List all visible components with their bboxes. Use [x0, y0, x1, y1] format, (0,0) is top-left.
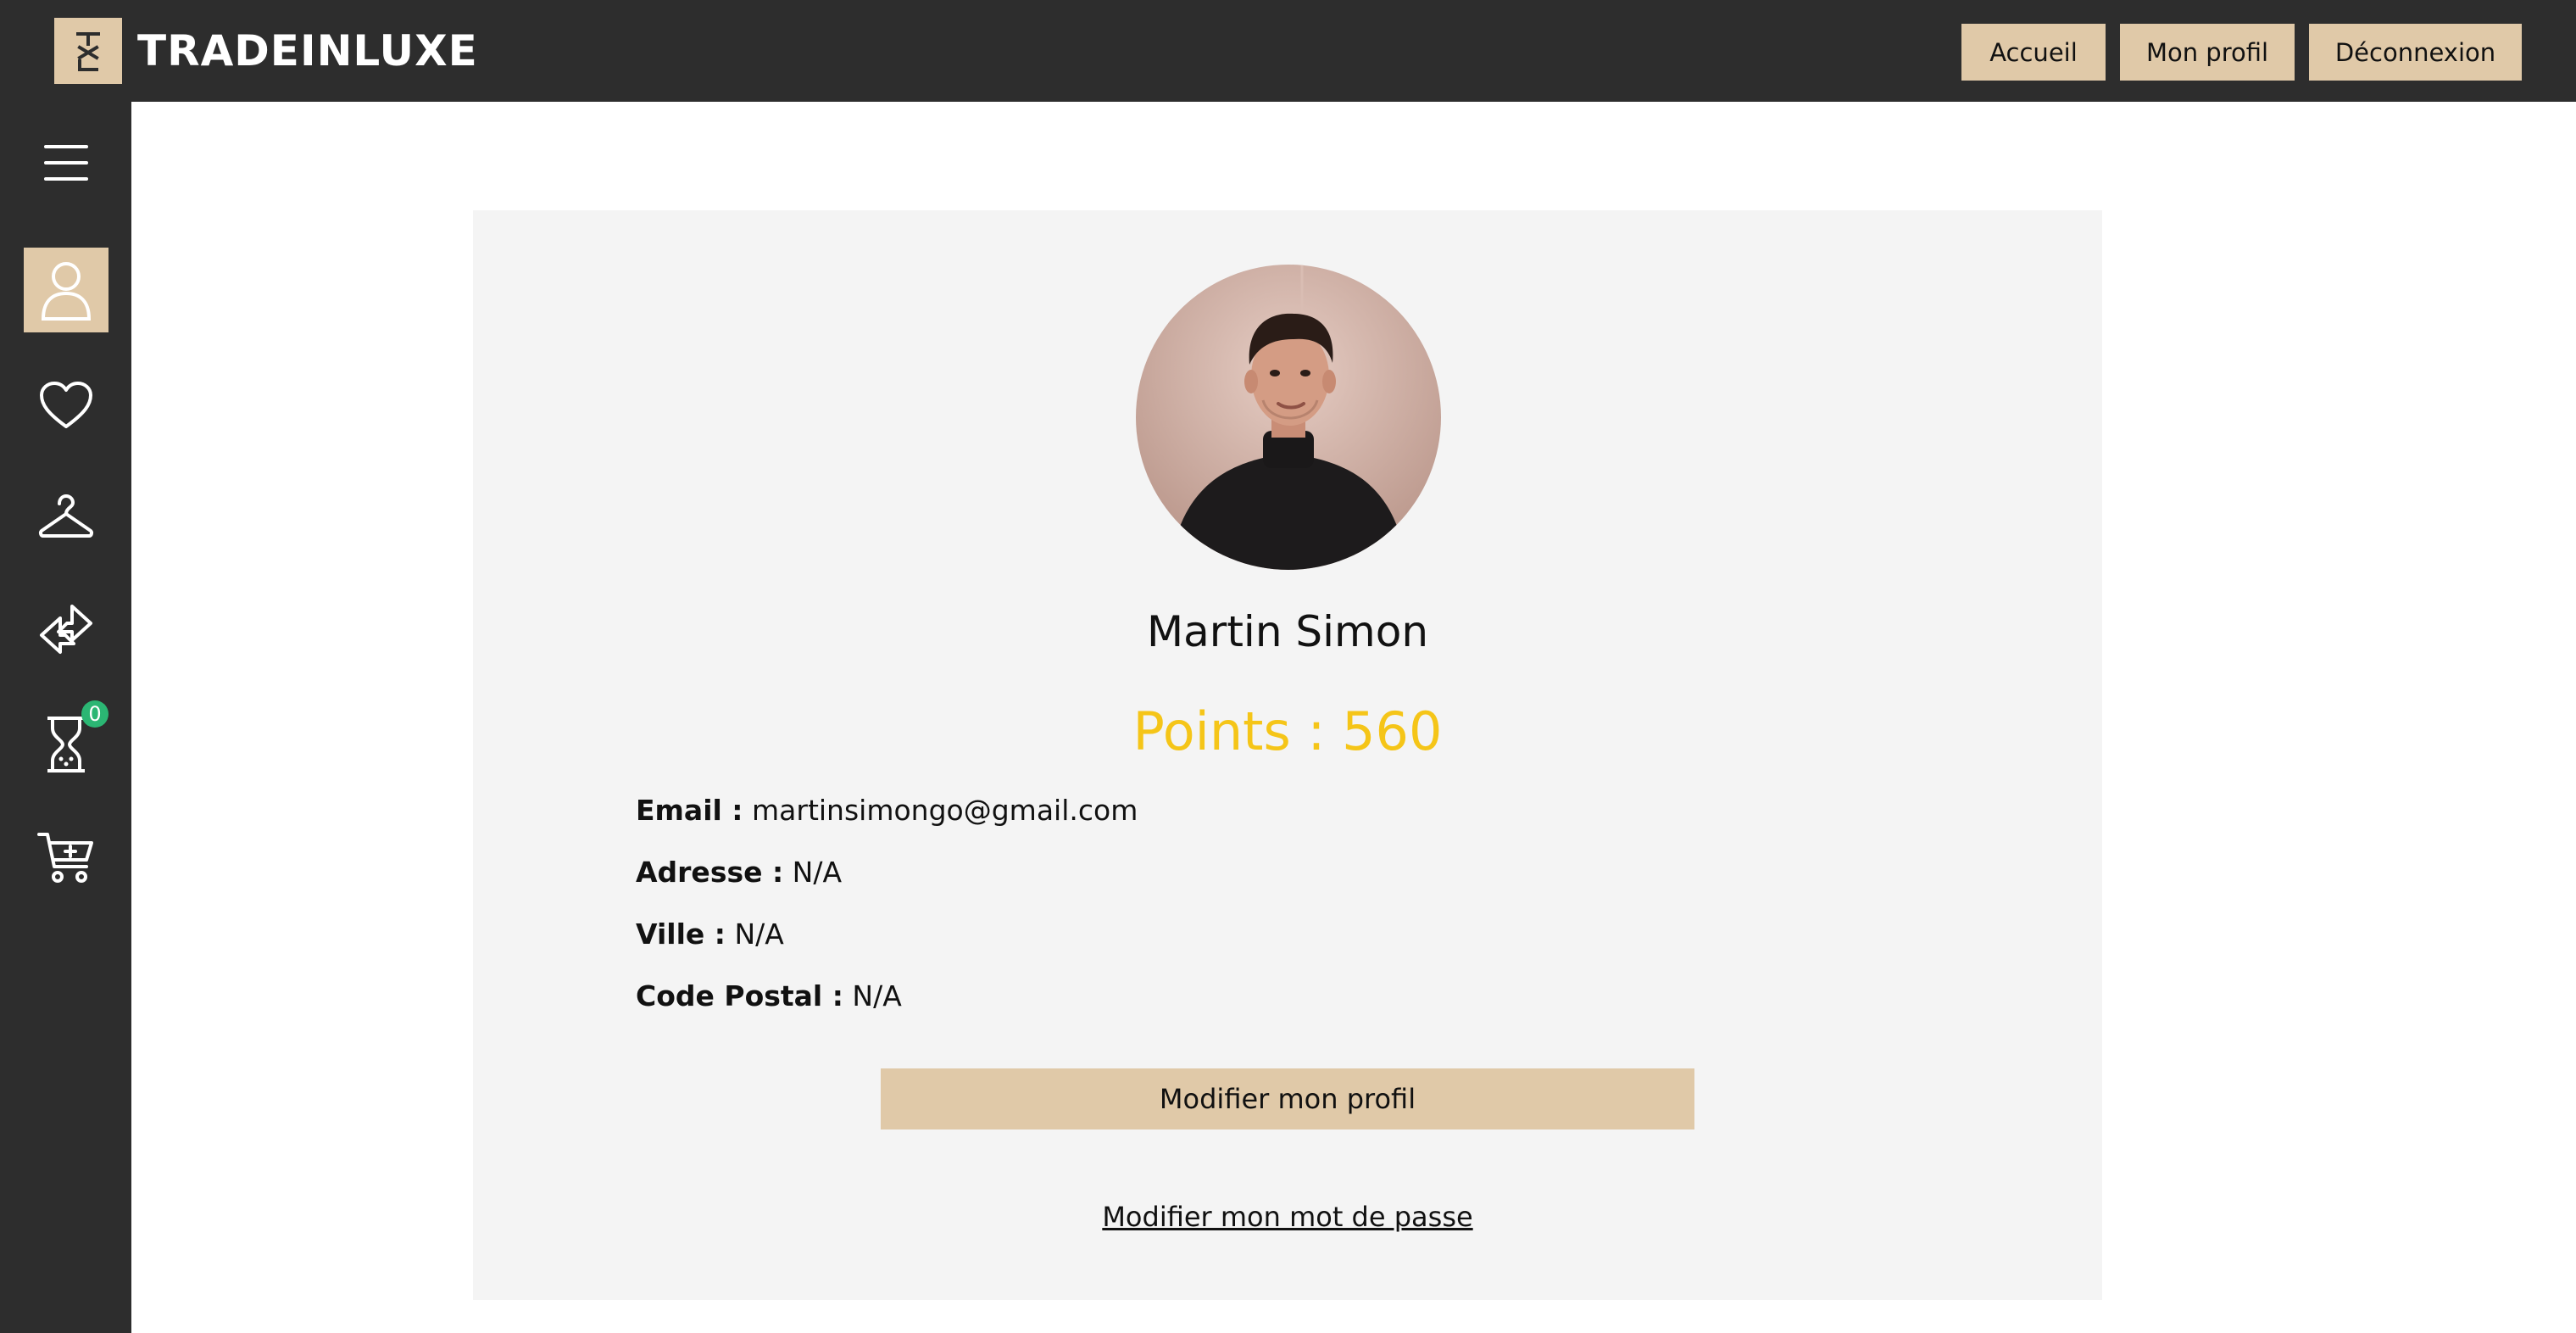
brand-logo[interactable] — [54, 18, 122, 84]
pending-count-badge: 0 — [81, 700, 108, 728]
user-icon — [41, 262, 92, 321]
exchange-icon — [40, 605, 92, 654]
email-row: Email : martinsimongo@gmail.com — [636, 794, 1138, 827]
brand-name[interactable]: TRADEINLUXE — [137, 24, 478, 78]
sidebar-item-profile[interactable] — [24, 248, 108, 332]
profile-avatar — [1136, 265, 1441, 570]
logout-button[interactable]: Déconnexion — [2309, 24, 2522, 81]
postal-code-label: Code Postal : — [636, 979, 843, 1012]
sidebar: 0 — [0, 102, 131, 1333]
city-label: Ville : — [636, 917, 726, 951]
home-button[interactable]: Accueil — [1961, 24, 2106, 81]
city-value: N/A — [734, 917, 784, 951]
heart-icon — [40, 382, 92, 428]
sidebar-menu-toggle[interactable] — [24, 120, 108, 205]
email-label: Email : — [636, 794, 743, 827]
sidebar-item-exchange[interactable] — [24, 587, 108, 672]
profile-points: Points : 560 — [1132, 700, 1443, 762]
city-row: Ville : N/A — [636, 917, 784, 951]
sidebar-item-favorites[interactable] — [24, 363, 108, 448]
my-profile-button[interactable]: Mon profil — [2120, 24, 2295, 81]
top-bar: TRADEINLUXE Accueil Mon profil Déconnexi… — [0, 0, 2576, 102]
sidebar-item-wardrobe[interactable] — [24, 475, 108, 560]
address-value: N/A — [792, 856, 843, 889]
profile-photo — [1136, 265, 1441, 570]
postal-code-row: Code Postal : N/A — [636, 979, 902, 1012]
cart-add-icon — [37, 833, 93, 883]
menu-icon — [44, 145, 88, 181]
postal-code-value: N/A — [852, 979, 902, 1012]
change-password-link[interactable]: Modifier mon mot de passe — [473, 1201, 2102, 1233]
email-value: martinsimongo@gmail.com — [752, 794, 1138, 827]
address-row: Adresse : N/A — [636, 856, 842, 889]
logo-monogram-icon — [76, 32, 100, 71]
profile-card: Martin Simon Points : 560 Email : martin… — [473, 210, 2102, 1300]
profile-name: Martin Simon — [1146, 607, 1429, 656]
address-label: Adresse : — [636, 856, 784, 889]
sidebar-item-cart[interactable] — [24, 816, 108, 901]
edit-profile-button[interactable]: Modifier mon profil — [881, 1068, 1694, 1129]
hourglass-icon — [47, 717, 85, 772]
hanger-icon — [38, 494, 94, 538]
